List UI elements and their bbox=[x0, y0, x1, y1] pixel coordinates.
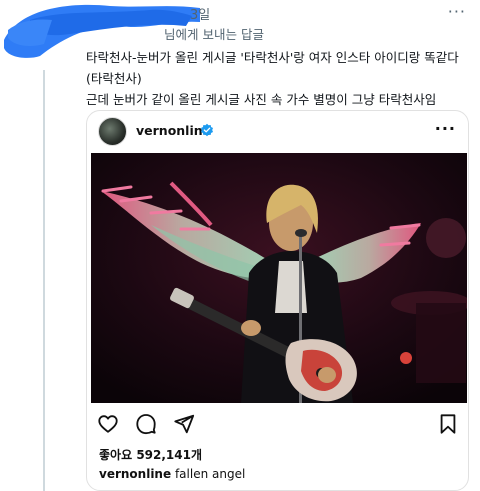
heart-icon[interactable] bbox=[97, 413, 119, 435]
tweet-more-icon[interactable]: ··· bbox=[448, 2, 466, 21]
post-caption: vernonline fallen angel bbox=[99, 467, 245, 481]
thread-line bbox=[43, 70, 45, 491]
tweet-text-line: 근데 눈버가 같이 올린 게시글 사진 속 가수 별명이 그냥 타락천사임 bbox=[86, 92, 437, 107]
tweet-text-line: (타락천사) bbox=[86, 71, 142, 86]
instagram-post-header: vernonline ··· bbox=[87, 111, 468, 153]
share-icon[interactable] bbox=[173, 413, 195, 435]
tweet-text-line: 타락천사-눈버가 올린 게시글 '타락천사'랑 여자 인스타 아이디랑 똑같다 bbox=[86, 50, 459, 65]
likes-number: 592,141개 bbox=[136, 448, 203, 462]
tweet-timestamp[interactable]: 3일 bbox=[190, 4, 210, 23]
caption-username[interactable]: vernonline bbox=[99, 467, 171, 481]
post-actions bbox=[97, 413, 459, 435]
post-photo[interactable] bbox=[91, 153, 467, 403]
bookmark-icon[interactable] bbox=[437, 413, 459, 435]
avatar[interactable] bbox=[98, 117, 127, 146]
instagram-embed-card[interactable]: vernonline ··· 좋아요 592,141개 vernonline f… bbox=[86, 110, 469, 491]
replying-to-label: 님에게 보내는 답글 bbox=[164, 27, 264, 42]
comment-icon[interactable] bbox=[135, 413, 157, 435]
likes-count[interactable]: 좋아요 592,141개 bbox=[99, 446, 202, 463]
tweet-text: 타락천사-눈버가 올린 게시글 '타락천사'랑 여자 인스타 아이디랑 똑같다 … bbox=[86, 47, 474, 110]
caption-text: fallen angel bbox=[174, 467, 246, 481]
likes-label: 좋아요 bbox=[99, 448, 133, 462]
verified-badge-icon bbox=[200, 123, 214, 137]
post-more-icon[interactable]: ··· bbox=[435, 119, 456, 138]
